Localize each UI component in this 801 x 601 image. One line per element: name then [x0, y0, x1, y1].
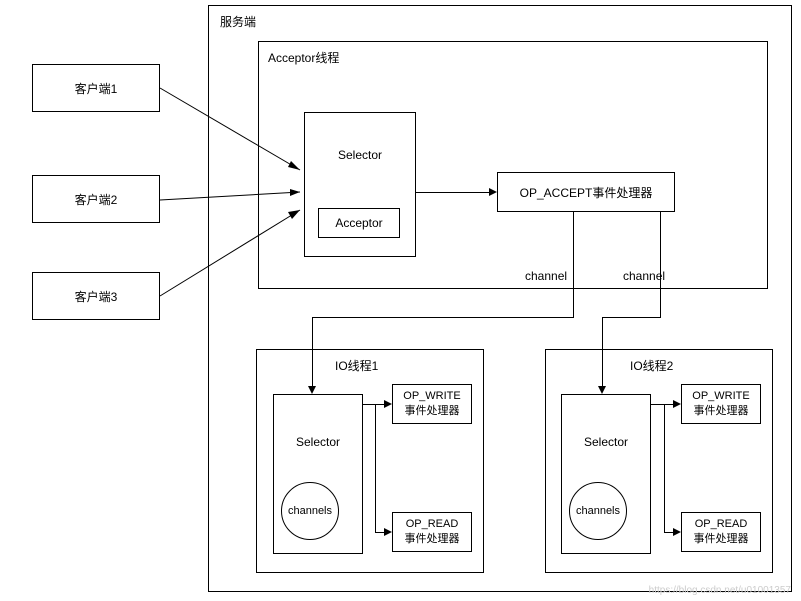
client-3-box: 客户端3	[32, 272, 160, 320]
io2-to-read-v	[664, 404, 665, 532]
io1-channels-label: channels	[288, 505, 332, 517]
client-3-label: 客户端3	[75, 288, 118, 305]
channel-label-2: channel	[623, 269, 665, 283]
io1-channels-circle: channels	[281, 482, 339, 540]
op-accept-box: OP_ACCEPT事件处理器	[497, 172, 675, 212]
server-title: 服务端	[220, 13, 256, 30]
arrow-client3	[160, 210, 305, 298]
io2-op-write-box: OP_WRITE 事件处理器	[681, 384, 761, 424]
client-1-box: 客户端1	[32, 64, 160, 112]
io2-selector-label: Selector	[584, 435, 628, 449]
io2-channels-circle: channels	[569, 482, 627, 540]
acceptor-inner-box: Acceptor	[318, 208, 400, 238]
ch2-v2	[602, 317, 603, 387]
channel-label-1: channel	[525, 269, 567, 283]
watermark: https://blog.csdn.net/u01001357	[649, 585, 791, 596]
io1-to-write-head	[384, 400, 392, 408]
client-1-label: 客户端1	[75, 80, 118, 97]
io1-op-read-label: OP_READ 事件处理器	[405, 518, 460, 546]
ch1-h1	[312, 317, 574, 318]
ch2-v1	[660, 262, 661, 317]
acceptor-inner-label: Acceptor	[335, 216, 382, 230]
ch2-h1	[602, 317, 661, 318]
io2-op-read-label: OP_READ 事件处理器	[694, 518, 749, 546]
ch1-v2	[312, 317, 313, 387]
io1-elbow-top	[363, 404, 376, 405]
io1-selector-label: Selector	[296, 435, 340, 449]
acceptor-thread-title: Acceptor线程	[268, 49, 339, 66]
io2-to-read-head	[673, 528, 681, 536]
io2-elbow-top	[651, 404, 665, 405]
acceptor-selector-label: Selector	[338, 148, 382, 162]
io1-op-read-box: OP_READ 事件处理器	[392, 512, 472, 552]
io1-to-read-v	[375, 404, 376, 532]
arrow-client2	[160, 192, 305, 204]
io2-op-write-label: OP_WRITE 事件处理器	[692, 390, 749, 418]
io2-channels-label: channels	[576, 505, 620, 517]
arrow-selector-opaccept-head	[489, 188, 497, 196]
ch1-v1	[573, 262, 574, 317]
io1-op-write-label: OP_WRITE 事件处理器	[403, 390, 460, 418]
io1-op-write-box: OP_WRITE 事件处理器	[392, 384, 472, 424]
io-thread-1-title: IO线程1	[335, 357, 378, 374]
ch2-arrow-head	[598, 386, 606, 394]
arrow-selector-opaccept-line	[416, 192, 491, 193]
client-2-label: 客户端2	[75, 191, 118, 208]
op-accept-label: OP_ACCEPT事件处理器	[520, 184, 653, 201]
line-opaccept-down-1	[573, 212, 574, 262]
line-opaccept-down-2	[660, 212, 661, 262]
arrow-client1	[160, 88, 305, 178]
ch1-arrow-head	[308, 386, 316, 394]
io2-op-read-box: OP_READ 事件处理器	[681, 512, 761, 552]
io1-to-read-head	[384, 528, 392, 536]
io-thread-2-title: IO线程2	[630, 357, 673, 374]
io2-to-write-head	[673, 400, 681, 408]
client-2-box: 客户端2	[32, 175, 160, 223]
